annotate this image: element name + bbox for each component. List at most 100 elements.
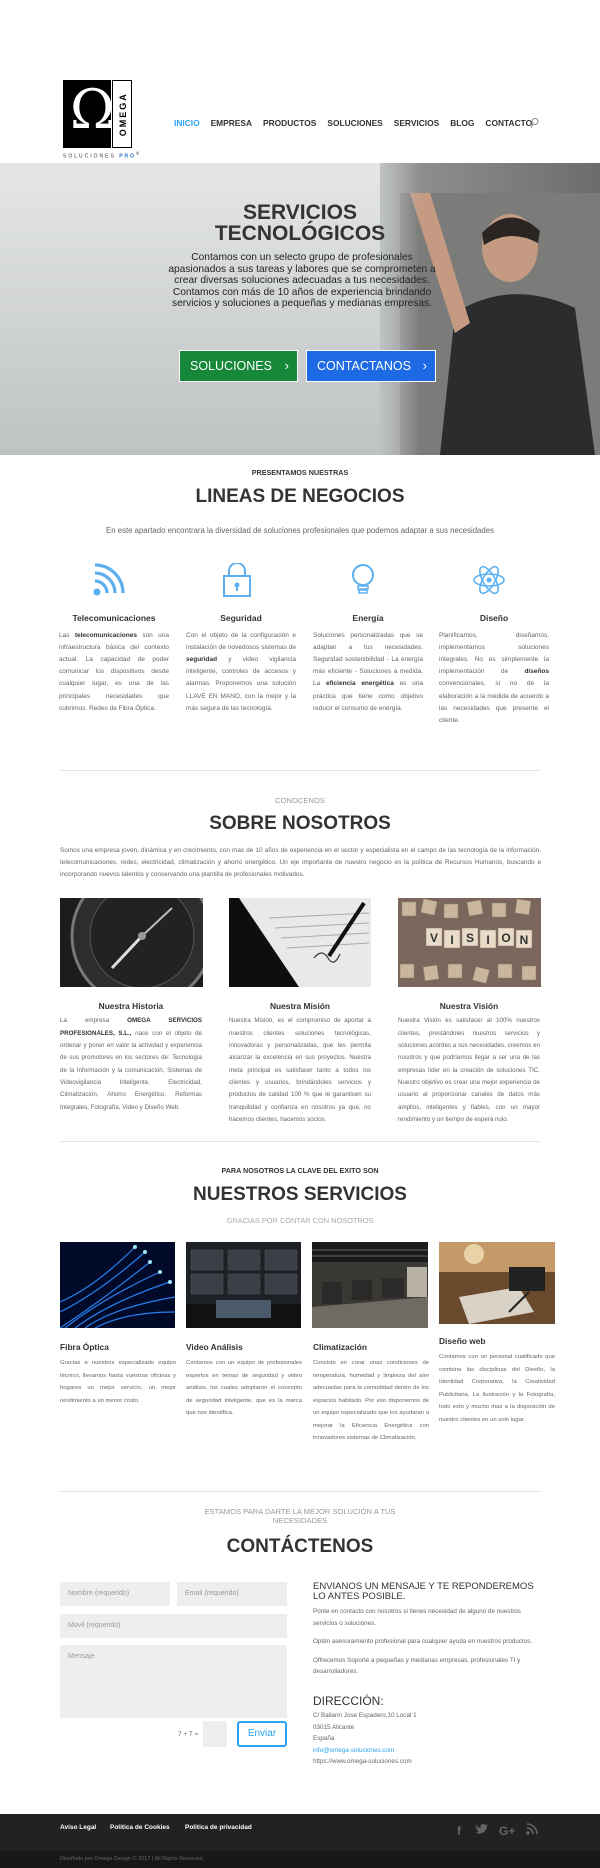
about-col-text: La empresa OMEGA SERVICIOS PROFESIONALES… xyxy=(60,1017,202,1111)
footer-link-cookies[interactable]: Politica de Cookies xyxy=(110,1823,170,1833)
feature-title: Seguridad xyxy=(220,613,262,623)
office-climate-photo xyxy=(312,1242,428,1328)
site-logo[interactable]: Ω OMEGA SOLUCIONES PRO® xyxy=(63,80,143,162)
email-field[interactable]: Email (requerido) xyxy=(177,1582,287,1606)
nav-servicios[interactable]: SERVICIOS xyxy=(394,117,439,133)
search-icon[interactable] xyxy=(530,117,540,129)
about-col-text: Nuestra Visión es satisfacer al 100% nue… xyxy=(398,1017,540,1123)
rss-icon[interactable] xyxy=(526,1823,538,1835)
chevron-right-icon: › xyxy=(284,358,289,373)
divider xyxy=(60,1141,540,1142)
wifi-icon xyxy=(93,563,125,596)
service-title: Fibra Óptica xyxy=(60,1342,109,1352)
nav-empresa[interactable]: EMPRESA xyxy=(211,117,252,133)
hero-text: Contamos con un selecto grupo de profesi… xyxy=(168,252,436,309)
address-line1: C/ Bailarin Jose Espadero,10 Local 1 xyxy=(313,1711,417,1719)
svg-text:I: I xyxy=(450,933,453,947)
vision-tiles-photo: VISION xyxy=(398,898,541,987)
service-title: Climatización xyxy=(313,1342,367,1352)
phone-field[interactable]: Movil (requerido) xyxy=(60,1614,287,1638)
about-col-title: Nuestra Historia xyxy=(98,1001,164,1011)
feature-title: Telecomunicaciones xyxy=(72,613,156,623)
about-title: SOBRE NOSOTROS xyxy=(209,813,391,834)
service-diseno: Diseño web Contamos con un personal cual… xyxy=(439,1335,555,1426)
about-col-title: Nuestra Misión xyxy=(269,1001,331,1011)
soluciones-button[interactable]: SOLUCIONES › xyxy=(179,350,298,382)
svg-text:I: I xyxy=(486,933,489,947)
lock-icon xyxy=(223,563,251,597)
contact-info: ENVIANOS UN MENSAJE Y TE REPONDEREMOS LO… xyxy=(313,1582,541,1768)
about-kicker: CONOCENOS xyxy=(275,796,325,805)
service-text: Gracias a nuestros especializado equipo … xyxy=(60,1360,176,1404)
service-text: Contamos con un personal cualificado que… xyxy=(439,1354,555,1423)
feature-text: Planificamos, diseñamos, implementamos s… xyxy=(439,631,549,725)
nav-contacto[interactable]: CONTACTO xyxy=(485,117,532,133)
service-text: Contamos con un equipo de profesionales … xyxy=(186,1360,302,1417)
divider xyxy=(60,1491,540,1492)
feature-text: Con el objeto de la configuración e inst… xyxy=(186,631,296,712)
contact-web-link[interactable]: https://www.omega-soluciones.com xyxy=(313,1756,541,1768)
chevron-right-icon: › xyxy=(422,358,427,373)
contact-info-title: ENVIANOS UN MENSAJE Y TE REPONDEREMOS LO… xyxy=(313,1581,534,1602)
nav-productos[interactable]: PRODUCTOS xyxy=(263,117,316,133)
svg-text:O: O xyxy=(501,931,510,945)
svg-text:S: S xyxy=(466,931,474,945)
feature-diseno: Diseño Planificamos, diseñamos, implemen… xyxy=(439,612,549,727)
contact-info-p3: Offrecemos Soporte a pequeñas y medianas… xyxy=(313,1656,521,1676)
contact-email-link[interactable]: info@omega-soluciones.com xyxy=(313,1745,541,1757)
feature-title: Energía xyxy=(352,613,384,623)
service-title: Diseño web xyxy=(439,1336,486,1346)
contact-title: CONTÁCTENOS xyxy=(226,1536,374,1557)
main-nav: INICIO EMPRESA PRODUCTOS SOLUCIONES SERV… xyxy=(174,117,543,133)
about-intro: Somos una empresa joven, dinámica y en c… xyxy=(60,847,541,878)
about-vision: Nuestra Visión Nuestra Visión es satisfa… xyxy=(398,1000,540,1126)
fiber-optic-photo xyxy=(60,1242,175,1328)
contact-info-p1: Ponte en contacto con nosotros si tienes… xyxy=(313,1608,521,1627)
services-subtitle: GRACIAS POR CONTAR CON NOSOTROS xyxy=(226,1216,374,1225)
service-text: Consiste en crear unas condiciones de te… xyxy=(313,1360,429,1442)
feature-telecomunicaciones: Telecomunicaciones Las telecomunicacione… xyxy=(59,612,169,715)
name-field[interactable]: Nombre (requerido) xyxy=(60,1582,170,1606)
service-video: Video Análisis Contamos con un equipo de… xyxy=(186,1341,302,1420)
svg-text:V: V xyxy=(430,931,438,945)
nav-blog[interactable]: BLOG xyxy=(450,117,474,133)
about-mision: Nuestra Misión Nuestra Misión, es el com… xyxy=(229,1000,371,1126)
contactanos-button[interactable]: CONTACTANOS › xyxy=(306,350,436,382)
about-historia: Nuestra Historia La empresa OMEGA SERVIC… xyxy=(60,1000,202,1114)
svg-text:N: N xyxy=(520,933,529,947)
services-title: NUESTROS SERVICIOS xyxy=(193,1184,407,1205)
twitter-icon[interactable] xyxy=(475,1823,489,1835)
send-button[interactable]: Enviar xyxy=(237,1721,287,1747)
logo-wordmark: OMEGA xyxy=(112,80,132,148)
service-title: Video Análisis xyxy=(186,1342,243,1352)
footer-link-privacidad[interactable]: Politica de privacidad xyxy=(185,1823,252,1833)
feature-seguridad: Seguridad Con el objeto de la configurac… xyxy=(186,612,296,715)
contact-kicker: ESTAMOS PARA DARTE LA MEJOR SOLUCIÓN A T… xyxy=(204,1507,396,1525)
address-line3: España xyxy=(313,1735,335,1743)
lightbulb-icon xyxy=(352,564,374,594)
feature-text: Soluciones personalizadas que se adaptan… xyxy=(313,631,424,712)
service-clima: Climatización Consiste en crear unas con… xyxy=(313,1341,429,1445)
service-fibra: Fibra Óptica Gracias a nuestros especial… xyxy=(60,1341,176,1407)
lineas-title: LINEAS DE NEGOCIOS xyxy=(195,486,405,507)
captcha-question: 7 + 7 = xyxy=(178,1731,199,1738)
about-col-text: Nuestra Misión, es el compromiso de apor… xyxy=(229,1017,371,1123)
footer-link-aviso-legal[interactable]: Aviso Legal xyxy=(60,1823,96,1833)
message-field[interactable]: Mensaje xyxy=(60,1645,287,1718)
google-plus-icon[interactable]: G+ xyxy=(499,1822,515,1841)
address-title: DIRECCIÓN: xyxy=(313,1693,384,1708)
copyright-text: Diseñado por Omega Design © 2017 | All R… xyxy=(60,1856,203,1862)
nav-inicio[interactable]: INICIO xyxy=(174,117,200,133)
clock-photo xyxy=(60,898,203,987)
nav-soluciones[interactable]: SOLUCIONES xyxy=(327,117,382,133)
logo-subtitle: SOLUCIONES PRO® xyxy=(63,151,142,160)
web-design-photo xyxy=(439,1242,555,1324)
hero-title: SERVICIOS TECNOLÓGICOS xyxy=(214,201,386,245)
facebook-icon[interactable]: f xyxy=(457,1822,461,1841)
feature-text: Las telecomunicaciones son una infraestr… xyxy=(59,631,169,712)
captcha-input[interactable] xyxy=(203,1721,227,1747)
contact-info-p2: Optén asesoramiento profesional para cua… xyxy=(313,1638,533,1646)
site-header: Ω OMEGA SOLUCIONES PRO® INICIO EMPRESA P… xyxy=(0,0,600,163)
lineas-kicker: PRESENTAMOS NUESTRAS xyxy=(251,468,349,477)
signing-photo xyxy=(229,898,371,987)
